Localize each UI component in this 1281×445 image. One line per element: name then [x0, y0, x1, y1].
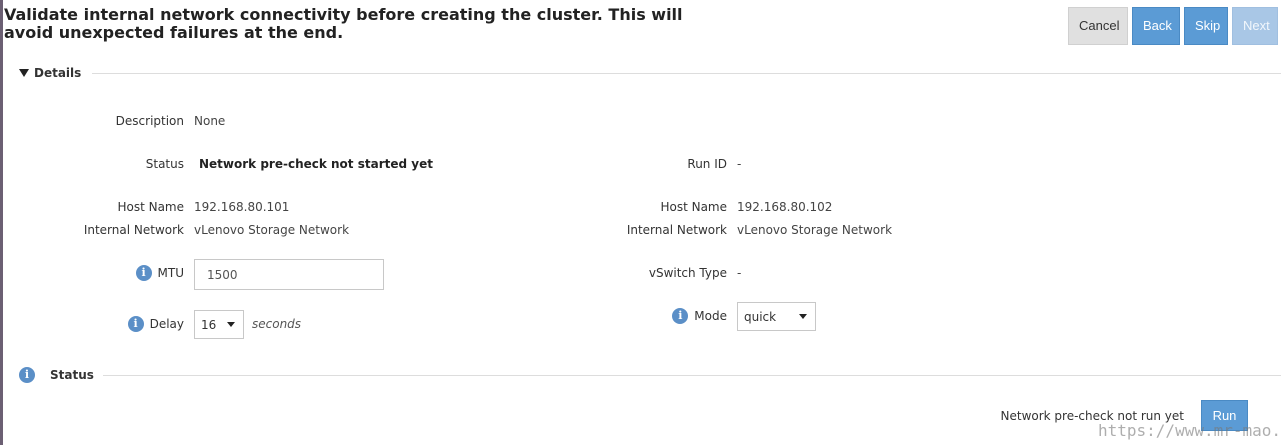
description-value: None: [194, 114, 226, 128]
host2-network-value: vLenovo Storage Network: [737, 223, 893, 237]
mode-label: Mode: [694, 309, 727, 323]
status-section-header: i Status: [19, 367, 94, 383]
host1-network-value: vLenovo Storage Network: [194, 223, 350, 237]
delay-label-group: i Delay: [127, 316, 184, 332]
status-label: Status: [145, 157, 184, 171]
delay-select[interactable]: 16: [194, 310, 244, 339]
details-section-toggle[interactable]: Details: [19, 66, 81, 80]
host1-name-label: Host Name: [117, 200, 184, 214]
host2-name-label: Host Name: [660, 200, 727, 214]
host1-network-label: Internal Network: [83, 223, 184, 237]
status-divider: [103, 375, 1281, 376]
wizard-actions: Cancel Back Skip Next: [1068, 7, 1278, 45]
mode-info-icon[interactable]: i: [672, 308, 689, 324]
vswitch-type-label: vSwitch Type: [648, 266, 727, 280]
chevron-down-icon: [799, 314, 807, 319]
delay-selected-value: 16: [201, 317, 217, 332]
delay-label: Delay: [149, 317, 184, 331]
vswitch-type-value: -: [737, 266, 742, 280]
delay-unit: seconds: [252, 317, 302, 331]
page-title: Validate internal network connectivity b…: [4, 5, 683, 42]
next-button[interactable]: Next: [1232, 7, 1278, 45]
run-id-label: Run ID: [687, 157, 727, 171]
status-section-title: Status: [50, 368, 94, 382]
details-section-title: Details: [34, 66, 82, 80]
status-info-icon: i: [19, 367, 35, 383]
skip-button[interactable]: Skip: [1184, 7, 1228, 45]
cancel-button[interactable]: Cancel: [1068, 7, 1128, 45]
chevron-down-icon: [227, 322, 235, 327]
mtu-input[interactable]: 1500: [194, 259, 384, 290]
mode-label-group: i Mode: [672, 308, 727, 324]
run-id-value: -: [737, 157, 742, 171]
delay-info-icon[interactable]: i: [127, 316, 144, 332]
mtu-label: MTU: [157, 266, 184, 280]
host2-name-value: 192.168.80.102: [737, 200, 833, 214]
mode-select[interactable]: quick: [737, 302, 816, 331]
mode-selected-value: quick: [744, 309, 777, 324]
collapse-triangle-icon: [19, 69, 29, 77]
details-divider: [92, 73, 1281, 74]
status-value: Network pre-check not started yet: [199, 157, 433, 171]
host1-name-value: 192.168.80.101: [194, 200, 290, 214]
watermark-text: https://www.mr-mao.cn: [1098, 421, 1281, 440]
back-button[interactable]: Back: [1132, 7, 1180, 45]
mtu-info-icon[interactable]: i: [135, 265, 152, 281]
window-edge: [0, 0, 3, 445]
host2-network-label: Internal Network: [626, 223, 727, 237]
description-label: Description: [115, 114, 184, 128]
mtu-label-group: i MTU: [135, 265, 184, 281]
